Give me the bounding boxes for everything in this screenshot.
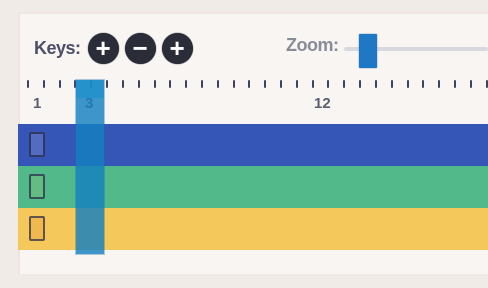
plus-icon: +	[169, 33, 185, 63]
ruler-tick	[374, 80, 377, 88]
keys-toolbar: Keys: + − +	[34, 28, 193, 68]
ruler-tick	[295, 80, 298, 88]
minus-icon: −	[132, 33, 148, 63]
ruler-tick	[106, 80, 109, 88]
ruler-tick	[422, 80, 425, 88]
playhead[interactable]	[76, 80, 104, 254]
yellow-track-keyframe[interactable]	[29, 216, 45, 241]
ruler-tick	[248, 80, 251, 88]
add-next-key-button[interactable]: +	[161, 32, 193, 64]
ruler-tick	[453, 80, 456, 88]
ruler-tick	[232, 80, 235, 88]
timeline-editor: Keys: + − + Zoom: 1 12	[0, 0, 488, 288]
ruler-tick	[280, 80, 282, 88]
ruler-label-1: 1	[33, 95, 42, 112]
ruler-tick	[485, 80, 488, 88]
remove-key-button[interactable]: −	[124, 32, 156, 64]
ruler-tick	[469, 80, 472, 88]
ruler-tick	[311, 80, 314, 88]
zoom-slider-track[interactable]	[344, 34, 488, 68]
zoom-control: Zoom:	[286, 34, 488, 68]
plus-icon: +	[95, 33, 111, 63]
ruler-tick	[153, 80, 156, 88]
ruler-tick	[406, 80, 409, 88]
ruler-tick	[200, 80, 203, 88]
ruler-tick	[438, 80, 441, 88]
ruler-tick	[169, 80, 172, 88]
ruler-tick	[137, 80, 140, 88]
ruler-tick	[42, 80, 45, 88]
ruler-tick	[58, 80, 61, 88]
ruler-label-12: 12	[314, 95, 331, 112]
ruler-tick	[185, 80, 188, 88]
green-track-keyframe[interactable]	[29, 174, 45, 199]
ruler-tick	[359, 80, 362, 88]
ruler-tick	[264, 80, 267, 88]
ruler-tick	[327, 80, 330, 88]
ruler-tick	[343, 80, 346, 88]
add-key-button[interactable]: +	[87, 32, 119, 64]
ruler-tick	[390, 80, 393, 88]
zoom-slider-handle[interactable]	[359, 34, 378, 68]
zoom-label: Zoom:	[286, 35, 339, 55]
keys-label: Keys:	[34, 37, 81, 58]
ruler-tick	[216, 80, 219, 88]
blue-track-keyframe[interactable]	[29, 132, 45, 157]
ruler-tick	[121, 80, 124, 88]
ruler-tick	[27, 80, 29, 88]
